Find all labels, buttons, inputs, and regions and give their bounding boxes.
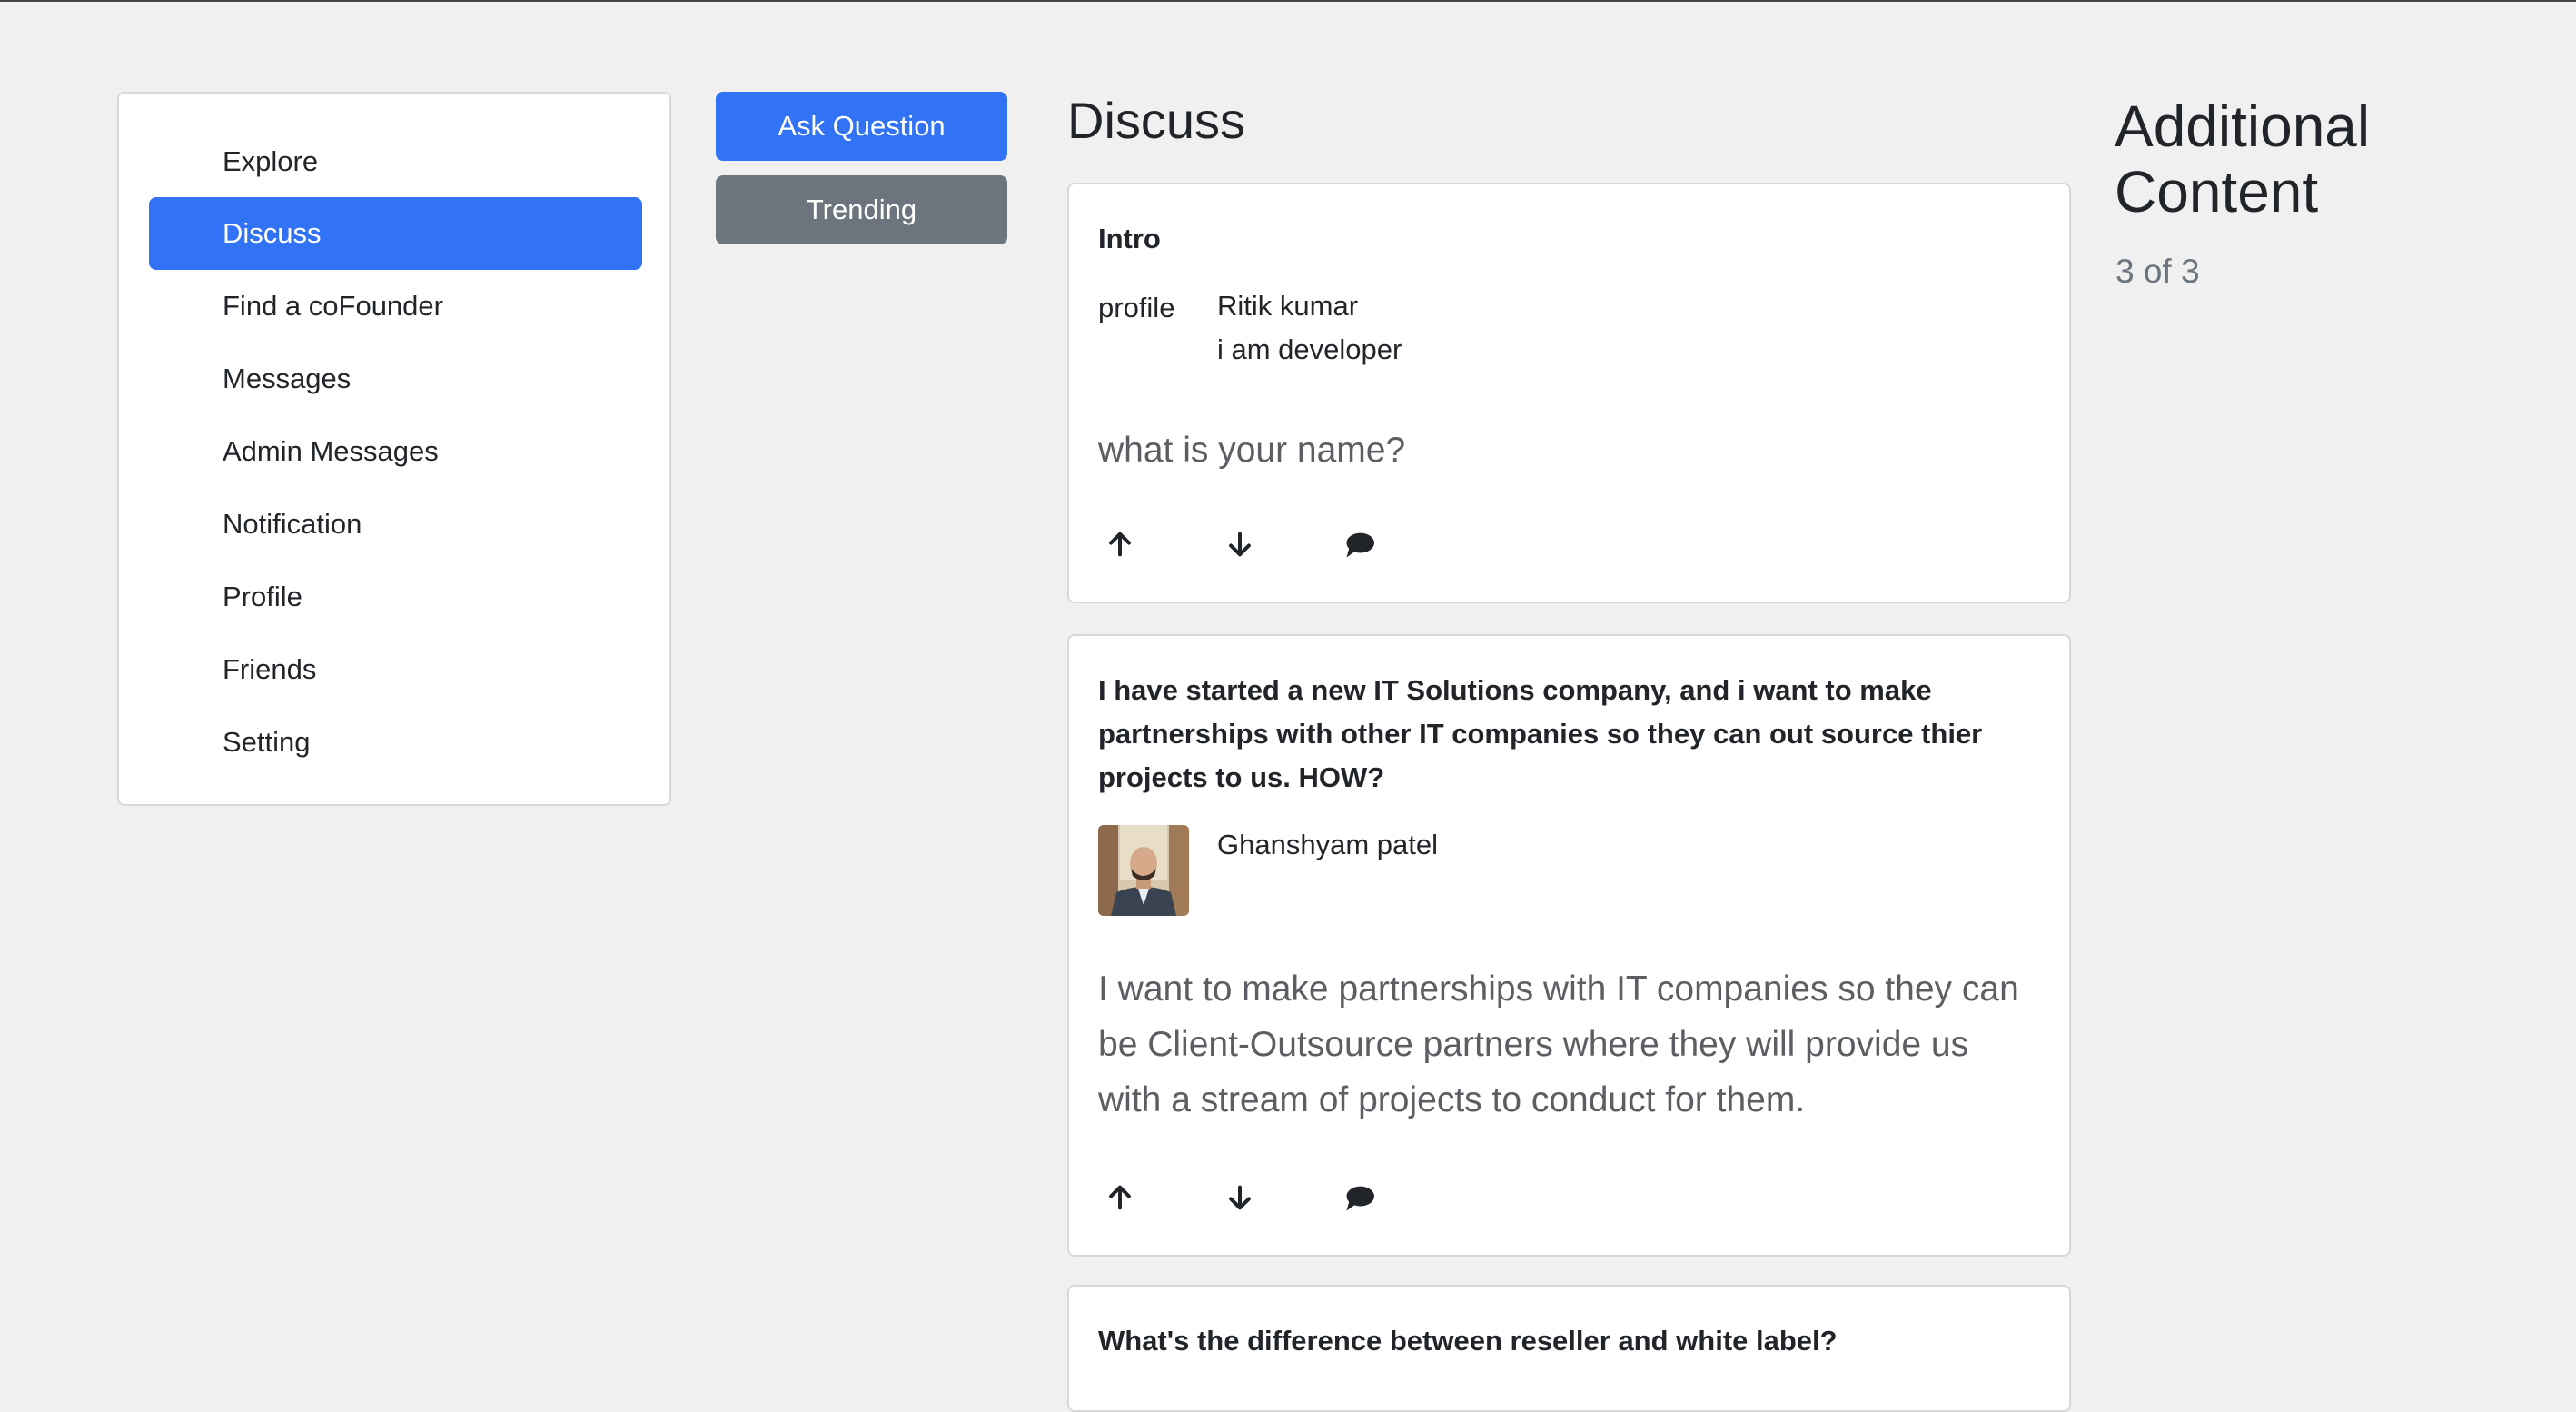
- additional-content-heading: Additional Content: [2115, 94, 2371, 224]
- post-actions: [1098, 1176, 1458, 1219]
- author-name[interactable]: Ghanshyam patel: [1217, 829, 1438, 861]
- avatar: [1098, 825, 1189, 916]
- sidebar-item-messages[interactable]: Messages: [149, 343, 642, 415]
- post-title[interactable]: I have started a new IT Solutions compan…: [1098, 669, 2033, 800]
- sidebar-item-friends[interactable]: Friends: [149, 633, 642, 706]
- post-card: I have started a new IT Solutions compan…: [1067, 634, 2071, 1257]
- ask-question-button[interactable]: Ask Question: [716, 92, 1007, 161]
- author-bio: i am developer: [1217, 333, 1402, 365]
- sidebar-item-admin-messages[interactable]: Admin Messages: [149, 415, 642, 488]
- post-card: What's the difference between reseller a…: [1067, 1285, 2071, 1412]
- arrow-up-icon[interactable]: [1098, 1176, 1142, 1219]
- arrow-down-icon[interactable]: [1218, 522, 1262, 566]
- arrow-up-icon[interactable]: [1098, 522, 1142, 566]
- avatar: profile: [1098, 292, 1175, 323]
- page-title: Discuss: [1067, 92, 1246, 149]
- post-actions: [1098, 522, 1458, 566]
- sidebar-item-find-cofounder[interactable]: Find a coFounder: [149, 270, 642, 343]
- trending-button[interactable]: Trending: [716, 175, 1007, 244]
- sidebar-item-explore[interactable]: Explore: [149, 125, 642, 198]
- comment-icon[interactable]: [1338, 1176, 1382, 1219]
- sidebar-item-notification[interactable]: Notification: [149, 488, 642, 561]
- post-body: I want to make partnerships with IT comp…: [1098, 970, 2019, 1119]
- post-body: what is your name?: [1098, 431, 1406, 470]
- comment-icon[interactable]: [1338, 522, 1382, 566]
- post-title[interactable]: Intro: [1098, 217, 2033, 261]
- post-card: Intro profile Ritik kumar i am developer…: [1067, 183, 2071, 603]
- author-name[interactable]: Ritik kumar: [1217, 290, 1358, 323]
- arrow-down-icon[interactable]: [1218, 1176, 1262, 1219]
- sidebar-item-profile[interactable]: Profile: [149, 561, 642, 633]
- sidebar-item-setting[interactable]: Setting: [149, 706, 642, 779]
- sidebar-item-discuss[interactable]: Discuss: [149, 197, 642, 270]
- post-title[interactable]: What's the difference between reseller a…: [1098, 1319, 2033, 1363]
- top-border: [0, 0, 2576, 2]
- sidebar-nav: Explore Discuss Find a coFounder Message…: [117, 92, 671, 806]
- pagination-text: 3 of 3: [2115, 253, 2200, 290]
